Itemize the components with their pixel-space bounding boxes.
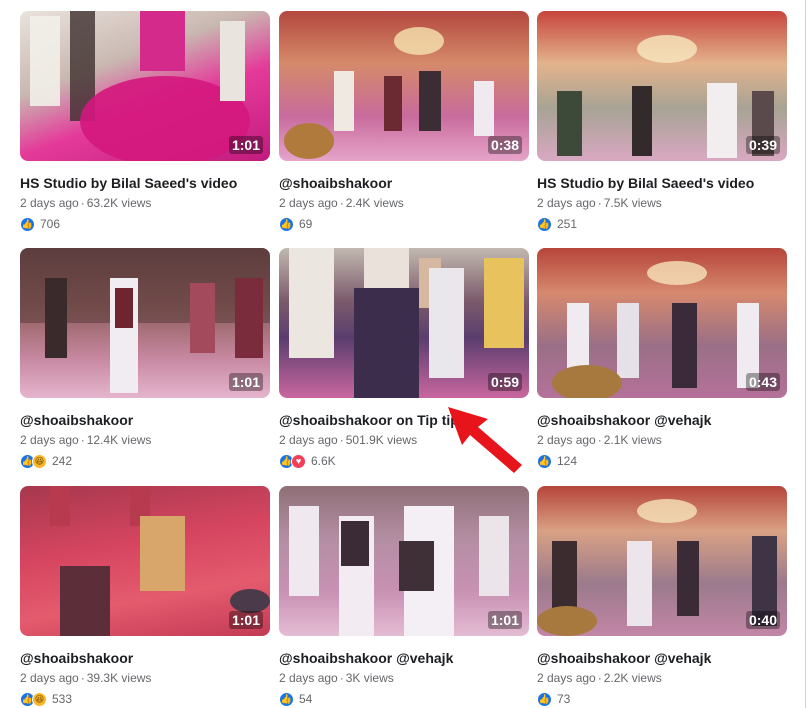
video-meta: 2 days ago · 3K views [279, 671, 529, 685]
reaction-summary[interactable]: 👍 124 [537, 453, 787, 469]
video-duration: 0:43 [745, 373, 780, 391]
video-age: 2 days ago [537, 196, 596, 210]
video-title[interactable]: HS Studio by Bilal Saeed's video [20, 175, 270, 191]
laughing-face-icon: 😆 [32, 453, 47, 469]
thumbs-up-icon: 👍 [537, 216, 552, 232]
video-thumbnail[interactable]: 1:01 [279, 486, 529, 636]
reaction-summary[interactable]: 👍 706 [20, 216, 270, 232]
thumbs-up-icon: 👍 [537, 691, 552, 707]
video-age: 2 days ago [20, 196, 79, 210]
video-duration: 0:38 [487, 136, 522, 154]
separator-dot: · [80, 196, 85, 210]
video-duration: 1:01 [487, 611, 522, 629]
thumbs-up-icon: 👍 [279, 216, 294, 232]
reaction-summary[interactable]: 👍 251 [537, 216, 787, 232]
thumbs-up-icon: 👍 [279, 691, 294, 707]
separator-dot: · [80, 433, 85, 447]
video-thumbnail[interactable]: 0:40 [537, 486, 787, 636]
separator-dot: · [80, 671, 85, 685]
heart-icon: ♥ [291, 453, 306, 469]
reaction-summary[interactable]: 👍 😆 533 [20, 691, 270, 707]
page-divider [805, 0, 806, 708]
reaction-count: 533 [52, 692, 73, 706]
video-card[interactable]: 1:01 HS Studio by Bilal Saeed's video 2 … [20, 11, 270, 232]
separator-dot: · [339, 671, 344, 685]
video-card[interactable]: 0:40 @shoaibshakoor @vehajk 2 days ago · 2… [537, 486, 787, 707]
video-age: 2 days ago [20, 433, 79, 447]
video-meta: 2 days ago · 39.3K views [20, 671, 270, 685]
video-meta: 2 days ago · 63.2K views [20, 196, 270, 210]
video-duration: 0:39 [745, 136, 780, 154]
video-views: 39.3K views [86, 671, 152, 685]
thumbs-up-icon: 👍 [537, 453, 552, 469]
reaction-count: 242 [52, 454, 73, 468]
video-views: 12.4K views [86, 433, 152, 447]
video-title[interactable]: @shoaibshakoor @vehajk [537, 412, 787, 428]
video-meta: 2 days ago · 12.4K views [20, 433, 270, 447]
reaction-count: 54 [299, 692, 313, 706]
video-age: 2 days ago [537, 433, 596, 447]
reaction-summary[interactable]: 👍 69 [279, 216, 529, 232]
video-thumbnail[interactable]: 0:39 [537, 11, 787, 161]
video-title[interactable]: @shoaibshakoor @vehajk [279, 650, 529, 666]
video-thumbnail[interactable]: 0:38 [279, 11, 529, 161]
video-meta: 2 days ago · 2.4K views [279, 196, 529, 210]
separator-dot: · [339, 433, 344, 447]
reaction-summary[interactable]: 👍 😆 242 [20, 453, 270, 469]
video-thumbnail[interactable]: 1:01 [20, 11, 270, 161]
video-card[interactable]: 1:01 @shoaibshakoor @vehajk 2 days ago · 3… [279, 486, 529, 707]
video-age: 2 days ago [279, 671, 338, 685]
video-views: 2.4K views [345, 196, 404, 210]
video-title[interactable]: @shoaibshakoor @vehajk [537, 650, 787, 666]
video-meta: 2 days ago · 2.1K views [537, 433, 787, 447]
reaction-count: 124 [557, 454, 578, 468]
video-card[interactable]: 1:01 @shoaibshakoor 2 days ago · 39.3K vie… [20, 486, 270, 707]
video-age: 2 days ago [279, 433, 338, 447]
video-duration: 0:40 [745, 611, 780, 629]
video-age: 2 days ago [279, 196, 338, 210]
separator-dot: · [339, 196, 344, 210]
video-card[interactable]: 0:39 HS Studio by Bilal Saeed's video 2 … [537, 11, 787, 232]
reaction-count: 706 [40, 217, 61, 231]
separator-dot: · [597, 433, 602, 447]
reaction-summary[interactable]: 👍 54 [279, 691, 529, 707]
video-thumbnail[interactable]: 1:01 [20, 248, 270, 398]
video-title[interactable]: @shoaibshakoor [279, 175, 529, 191]
video-title[interactable]: @shoaibshakoor [20, 412, 270, 428]
video-duration: 1:01 [228, 611, 263, 629]
video-title[interactable]: @shoaibshakoor [20, 650, 270, 666]
reaction-summary[interactable]: 👍 73 [537, 691, 787, 707]
reaction-count: 69 [299, 217, 313, 231]
video-card[interactable]: 1:01 @shoaibshakoor 2 days ago · 12.4K vie… [20, 248, 270, 469]
reaction-count: 6.6K [311, 454, 336, 468]
video-views: 63.2K views [86, 196, 152, 210]
thumbs-up-icon: 👍 [20, 216, 35, 232]
video-views: 2.2K views [603, 671, 662, 685]
video-card[interactable]: 0:38 @shoaibshakoor 2 days ago · 2.4K view… [279, 11, 529, 232]
video-views: 2.1K views [603, 433, 662, 447]
video-duration: 1:01 [228, 373, 263, 391]
video-age: 2 days ago [20, 671, 79, 685]
video-meta: 2 days ago · 2.2K views [537, 671, 787, 685]
video-thumbnail[interactable]: 0:43 [537, 248, 787, 398]
video-duration: 0:59 [487, 373, 522, 391]
video-card[interactable]: 0:43 @shoaibshakoor @vehajk 2 days ago · 2… [537, 248, 787, 469]
video-thumbnail[interactable]: 0:59 [279, 248, 529, 398]
separator-dot: · [597, 196, 602, 210]
video-views: 7.5K views [603, 196, 662, 210]
video-meta: 2 days ago · 7.5K views [537, 196, 787, 210]
video-thumbnail[interactable]: 1:01 [20, 486, 270, 636]
video-views: 3K views [345, 671, 394, 685]
red-pointer-arrow [448, 407, 522, 473]
separator-dot: · [597, 671, 602, 685]
video-views: 501.9K views [345, 433, 418, 447]
reaction-count: 73 [557, 692, 571, 706]
reaction-count: 251 [557, 217, 578, 231]
video-duration: 1:01 [228, 136, 263, 154]
video-title[interactable]: HS Studio by Bilal Saeed's video [537, 175, 787, 191]
video-age: 2 days ago [537, 671, 596, 685]
laughing-face-icon: 😆 [32, 691, 47, 707]
